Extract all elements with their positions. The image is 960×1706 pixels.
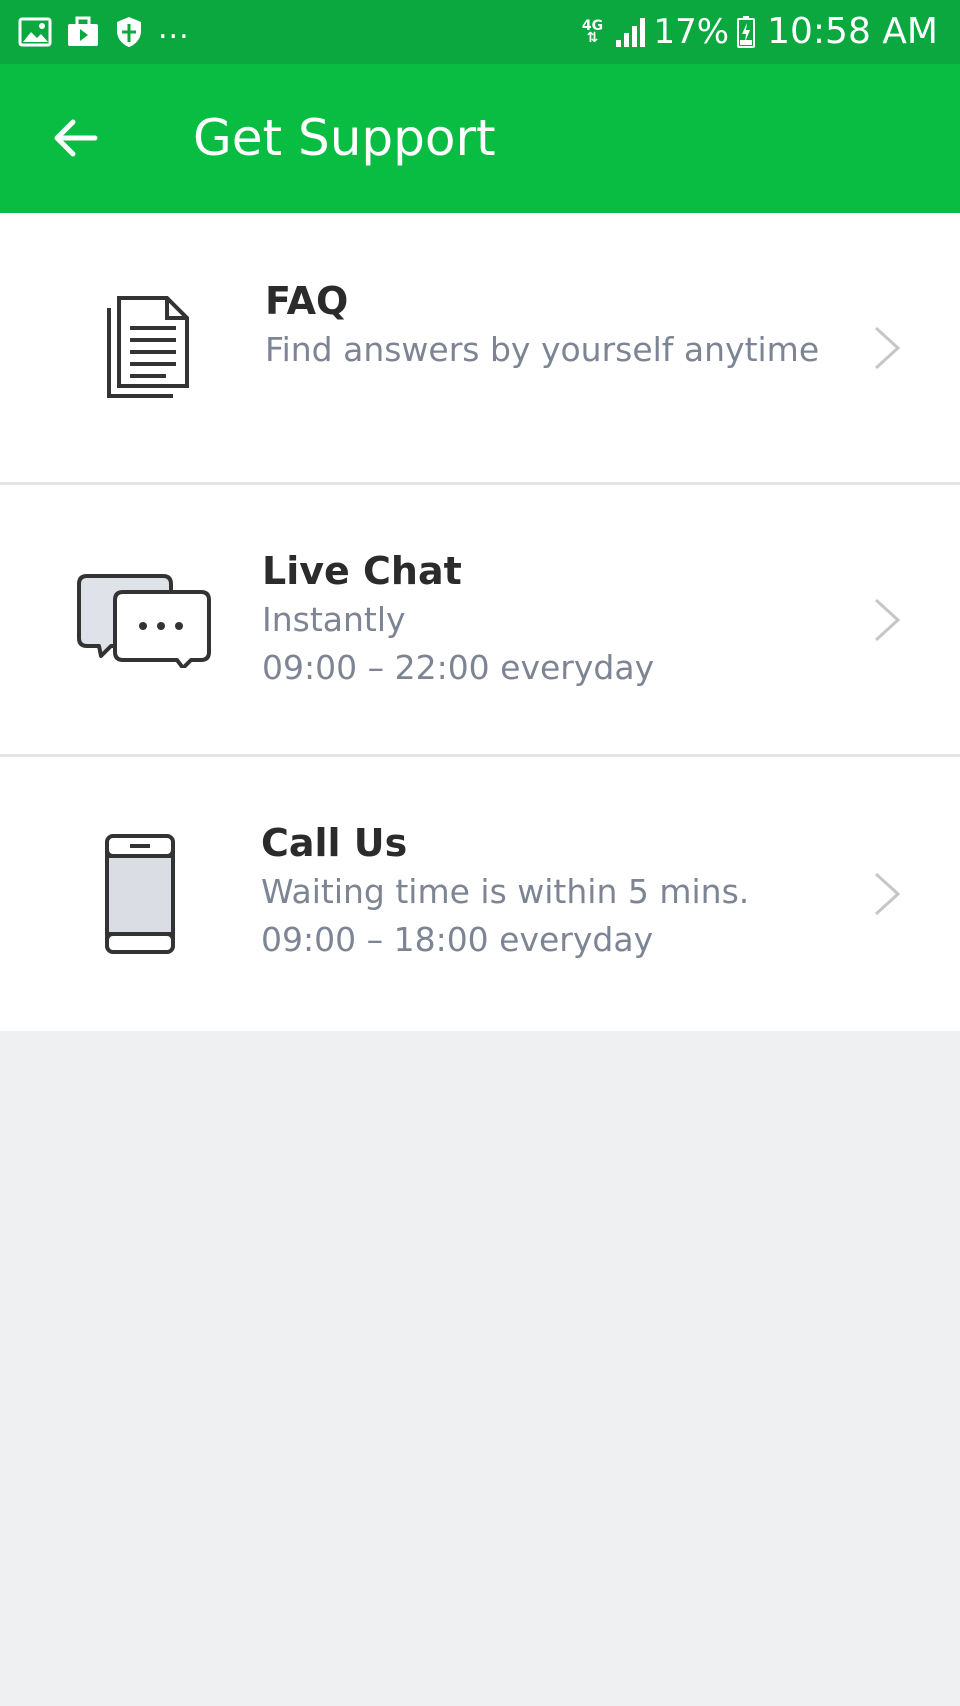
chevron-right-icon — [874, 598, 901, 641]
call-us-description: Waiting time is within 5 mins. — [261, 872, 750, 911]
more-notifications: ... — [158, 11, 190, 46]
phone-icon — [55, 757, 225, 1031]
back-arrow-icon — [54, 119, 98, 157]
call-us-hours: 09:00 – 18:00 everyday — [261, 920, 654, 959]
call-us-option[interactable]: Call Us Waiting time is within 5 mins. 0… — [0, 757, 960, 1031]
chevron-right-icon — [874, 872, 901, 916]
call-us-text: Call Us Waiting time is within 5 mins. 0… — [261, 818, 840, 964]
app-bar: Get Support — [0, 64, 960, 213]
live-chat-description: Instantly — [262, 600, 406, 639]
live-chat-text: Live Chat Instantly 09:00 – 22:00 everyd… — [262, 546, 840, 692]
gallery-icon — [18, 17, 52, 47]
network-type: 4G ⇅ — [580, 19, 606, 45]
shield-icon — [117, 17, 141, 47]
notification-icons: ... — [18, 14, 190, 50]
battery-percentage: 17% — [653, 12, 730, 52]
live-chat-title: Live Chat — [262, 549, 462, 593]
chevron-right-icon — [874, 326, 901, 369]
document-icon — [60, 213, 230, 482]
live-chat-option[interactable]: Live Chat Instantly 09:00 – 22:00 everyd… — [0, 485, 960, 757]
status-bar: ... 4G ⇅ 17% 10:58 AM — [0, 0, 960, 64]
faq-title: FAQ — [265, 279, 349, 323]
call-us-title: Call Us — [261, 821, 408, 865]
faq-text: FAQ Find answers by yourself anytime — [265, 276, 840, 374]
chat-bubbles-icon — [60, 485, 230, 754]
battery-charging-icon — [737, 16, 756, 48]
support-options-list: FAQ Find answers by yourself anytime Liv… — [0, 213, 960, 1031]
briefcase-play-icon — [68, 16, 98, 46]
live-chat-hours: 09:00 – 22:00 everyday — [262, 648, 655, 687]
clock: 10:58 AM — [767, 11, 938, 52]
system-status: 4G ⇅ 17% 10:58 AM — [580, 10, 938, 54]
signal-icon — [615, 18, 645, 47]
page-title: Get Support — [193, 109, 496, 167]
back-button[interactable] — [40, 106, 110, 170]
faq-description: Find answers by yourself anytime — [265, 330, 820, 369]
faq-option[interactable]: FAQ Find answers by yourself anytime — [0, 213, 960, 485]
